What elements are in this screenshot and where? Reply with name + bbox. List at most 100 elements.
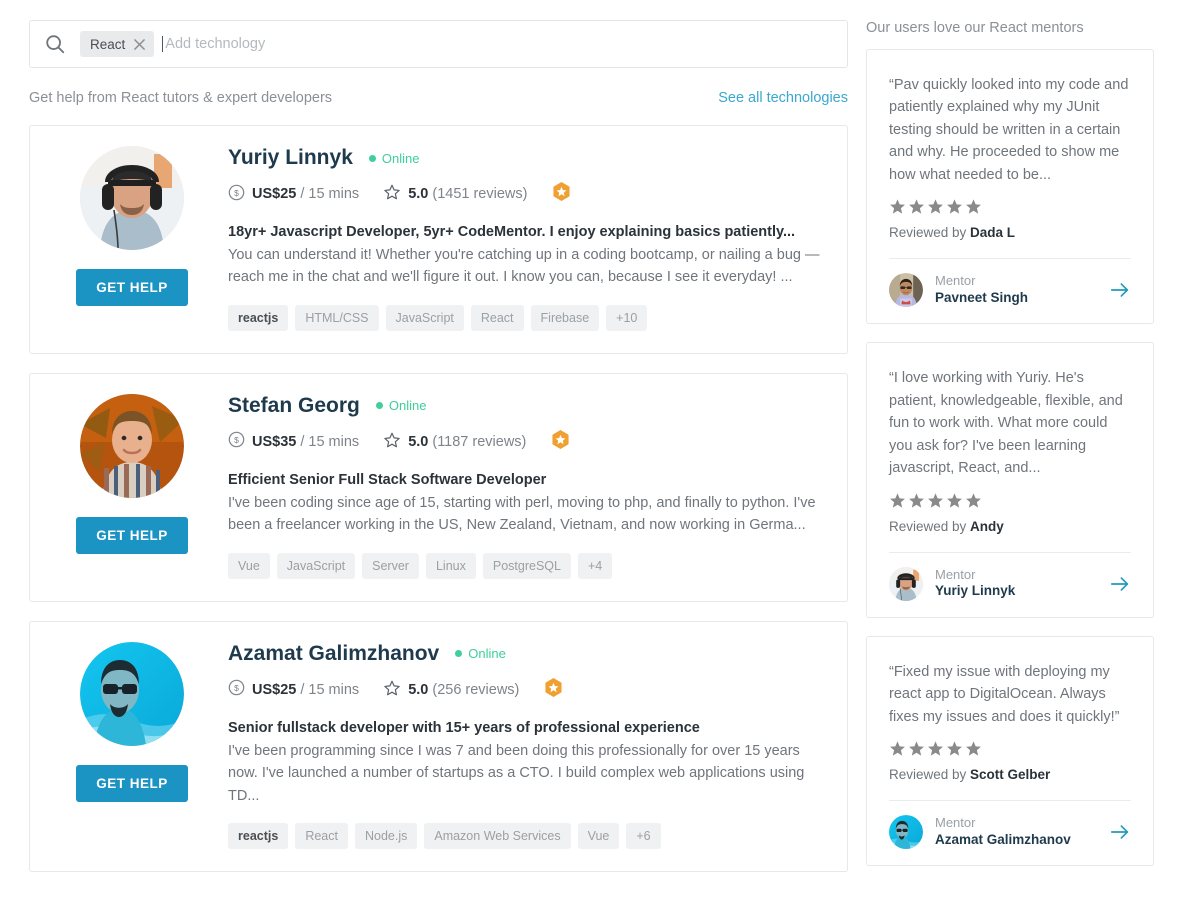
mentor-stats: $ US$35 / 15 mins 5.0 (1187 reviews) bbox=[228, 429, 825, 455]
tag-chip[interactable]: JavaScript bbox=[276, 552, 356, 579]
mentor-tag-list: reactjs HTML/CSS JavaScript React Firebase +1… bbox=[228, 304, 825, 331]
results-column: React Get help from React tutors & exper… bbox=[0, 0, 866, 915]
mentor-name-row: Yuriy Linnyk Online bbox=[228, 146, 825, 170]
avatar[interactable] bbox=[80, 146, 184, 250]
online-dot-icon bbox=[455, 650, 463, 658]
mentor-card-body: Yuriy Linnyk Online $ US$25 / 15 mins 5.… bbox=[212, 146, 825, 331]
testimonial-card[interactable]: “Fixed my issue with deploying my react … bbox=[866, 635, 1154, 867]
tag-chip[interactable]: React bbox=[295, 823, 348, 850]
review-count: (256 reviews) bbox=[432, 681, 520, 698]
tag-chip[interactable]: JavaScript bbox=[385, 304, 464, 331]
rating-stat: 5.0 (256 reviews) bbox=[383, 679, 519, 701]
testimonials-column: Our users love our React mentors “Pav qu… bbox=[866, 0, 1200, 915]
arrow-right-icon[interactable] bbox=[1109, 573, 1131, 595]
mentor-card-left: GET HELP bbox=[52, 641, 212, 849]
tag-chip[interactable]: Vue bbox=[577, 823, 620, 850]
tag-chip[interactable]: React bbox=[470, 304, 524, 331]
online-dot-icon bbox=[368, 154, 376, 162]
results-subheader: Get help from React tutors & expert deve… bbox=[29, 90, 848, 106]
tag-chip[interactable]: HTML/CSS bbox=[295, 304, 379, 331]
arrow-right-icon[interactable] bbox=[1109, 821, 1131, 843]
testimonial-mentor-info: Mentor Azamat Galimzhanov bbox=[935, 815, 1109, 849]
testimonial-mentor-row[interactable]: Mentor Pavneet Singh bbox=[889, 259, 1131, 323]
avatar[interactable] bbox=[889, 815, 923, 850]
dollar-icon: $ bbox=[228, 431, 252, 452]
mentor-name: Pavneet Singh bbox=[935, 290, 1029, 306]
star-icon bbox=[383, 183, 408, 205]
reviewed-by-label: Reviewed by bbox=[889, 767, 971, 783]
status-badge: Online bbox=[455, 646, 506, 661]
star-rating bbox=[889, 492, 1131, 514]
reviewer-line: Reviewed by Dada L bbox=[889, 225, 1131, 240]
reviewed-by-label: Reviewed by bbox=[889, 225, 971, 241]
mentor-search-page: React Get help from React tutors & exper… bbox=[0, 0, 1200, 915]
mentor-name[interactable]: Stefan Georg bbox=[228, 394, 360, 418]
mentor-card[interactable]: GET HELP Yuriy Linnyk Online $ US$25 / 1… bbox=[29, 125, 848, 354]
tag-chip[interactable]: Amazon Web Services bbox=[424, 823, 571, 850]
svg-text:$: $ bbox=[234, 683, 239, 693]
technology-chip-react[interactable]: React bbox=[80, 31, 155, 57]
results-subheader-text: Get help from React tutors & expert deve… bbox=[29, 90, 333, 106]
price-value: US$35 bbox=[252, 433, 297, 450]
get-help-button[interactable]: GET HELP bbox=[76, 516, 188, 554]
tag-chip[interactable]: Firebase bbox=[530, 304, 600, 331]
svg-text:$: $ bbox=[234, 435, 239, 445]
mentor-description: You can understand it! Whether you're ca… bbox=[228, 247, 820, 286]
testimonial-mentor-row[interactable]: Mentor Azamat Galimzhanov bbox=[889, 801, 1131, 865]
price-unit: / 15 mins bbox=[300, 186, 360, 202]
mentor-description: I've been coding since age of 15, starti… bbox=[228, 494, 816, 534]
star-icon bbox=[383, 431, 408, 453]
tag-chip[interactable]: reactjs bbox=[228, 823, 289, 850]
status-label: Online bbox=[388, 398, 427, 414]
close-icon[interactable] bbox=[133, 38, 146, 51]
reviewer-name: Dada L bbox=[970, 225, 1016, 241]
testimonial-card[interactable]: “I love working with Yuriy. He's patient… bbox=[866, 342, 1154, 618]
mentor-tag-list: Vue JavaScript Server Linux PostgreSQL +4 bbox=[228, 552, 825, 579]
arrow-right-icon[interactable] bbox=[1109, 279, 1131, 301]
mentor-name[interactable]: Azamat Galimzhanov bbox=[228, 642, 439, 666]
price-value: US$25 bbox=[252, 681, 297, 698]
testimonial-quote: “Pav quickly looked into my code and pat… bbox=[889, 77, 1129, 183]
star-icon bbox=[383, 679, 408, 701]
tag-chip[interactable]: +4 bbox=[577, 552, 613, 579]
mentor-name[interactable]: Yuriy Linnyk bbox=[228, 146, 353, 170]
star-filled-icon bbox=[908, 492, 925, 514]
mentor-card[interactable]: GET HELP Azamat Galimzhanov Online $ US$… bbox=[29, 620, 848, 873]
dollar-icon: $ bbox=[228, 679, 252, 700]
price-value: US$25 bbox=[252, 186, 297, 202]
mentor-card-body: Azamat Galimzhanov Online $ US$25 / 15 m… bbox=[212, 642, 825, 850]
tag-chip[interactable]: +10 bbox=[606, 304, 648, 331]
avatar[interactable] bbox=[889, 566, 923, 601]
get-help-button[interactable]: GET HELP bbox=[76, 269, 188, 306]
testimonial-mentor-row[interactable]: Mentor Yuriy Linnyk bbox=[889, 553, 1131, 617]
tag-chip[interactable]: +6 bbox=[626, 823, 661, 850]
price-unit: / 15 mins bbox=[300, 681, 360, 698]
star-filled-icon bbox=[889, 492, 906, 514]
mentor-role-label: Mentor bbox=[935, 273, 976, 289]
mentor-card-left: GET HELP bbox=[52, 146, 212, 331]
tag-chip[interactable]: PostgreSQL bbox=[482, 552, 571, 579]
testimonials-title: Our users love our React mentors bbox=[866, 20, 1084, 36]
tag-chip[interactable]: Node.js bbox=[354, 823, 418, 850]
tag-chip[interactable]: Server bbox=[362, 552, 419, 579]
svg-text:$: $ bbox=[234, 187, 239, 197]
tag-chip[interactable]: Linux bbox=[425, 552, 476, 579]
see-all-technologies-link[interactable]: See all technologies bbox=[718, 90, 848, 106]
tag-chip[interactable]: reactjs bbox=[228, 304, 289, 331]
search-icon bbox=[44, 33, 66, 55]
tag-chip[interactable]: Vue bbox=[228, 552, 270, 579]
avatar[interactable] bbox=[80, 393, 184, 498]
testimonial-quote: “I love working with Yuriy. He's patient… bbox=[889, 370, 1123, 477]
mentor-card[interactable]: GET HELP Stefan Georg Online $ US$35 / 1… bbox=[29, 372, 848, 602]
star-filled-icon bbox=[946, 740, 963, 762]
status-badge: Online bbox=[368, 151, 419, 166]
avatar[interactable] bbox=[80, 641, 184, 746]
search-input[interactable] bbox=[162, 36, 833, 52]
top-mentor-badge-icon bbox=[551, 181, 572, 207]
reviewer-line: Reviewed by Scott Gelber bbox=[889, 767, 1131, 782]
testimonial-card[interactable]: “Pav quickly looked into my code and pat… bbox=[866, 49, 1154, 325]
get-help-button[interactable]: GET HELP bbox=[76, 764, 188, 802]
avatar[interactable] bbox=[889, 273, 923, 308]
rating-value: 5.0 bbox=[408, 681, 429, 698]
technology-search-bar[interactable]: React bbox=[29, 20, 848, 68]
